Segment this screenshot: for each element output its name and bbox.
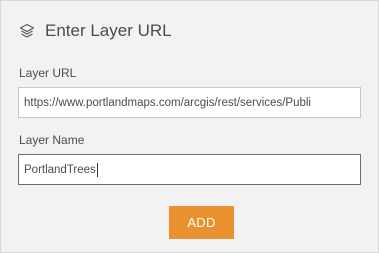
layer-name-input[interactable]: PortlandTrees: [18, 154, 361, 185]
add-button[interactable]: ADD: [169, 206, 234, 239]
layer-name-value: PortlandTrees: [24, 163, 96, 176]
layer-url-label: Layer URL: [19, 66, 77, 80]
layers-icon: [19, 23, 35, 39]
text-caret: [96, 162, 98, 177]
panel-title: Enter Layer URL: [45, 21, 172, 40]
layer-name-label: Layer Name: [19, 133, 85, 147]
layer-url-value: https://www.portlandmaps.com/arcgis/rest…: [24, 96, 311, 109]
layer-url-input[interactable]: https://www.portlandmaps.com/arcgis/rest…: [18, 87, 361, 118]
panel-header: Enter Layer URL: [19, 19, 172, 43]
enter-layer-url-panel: Enter Layer URL Layer URL https://www.po…: [0, 0, 379, 253]
